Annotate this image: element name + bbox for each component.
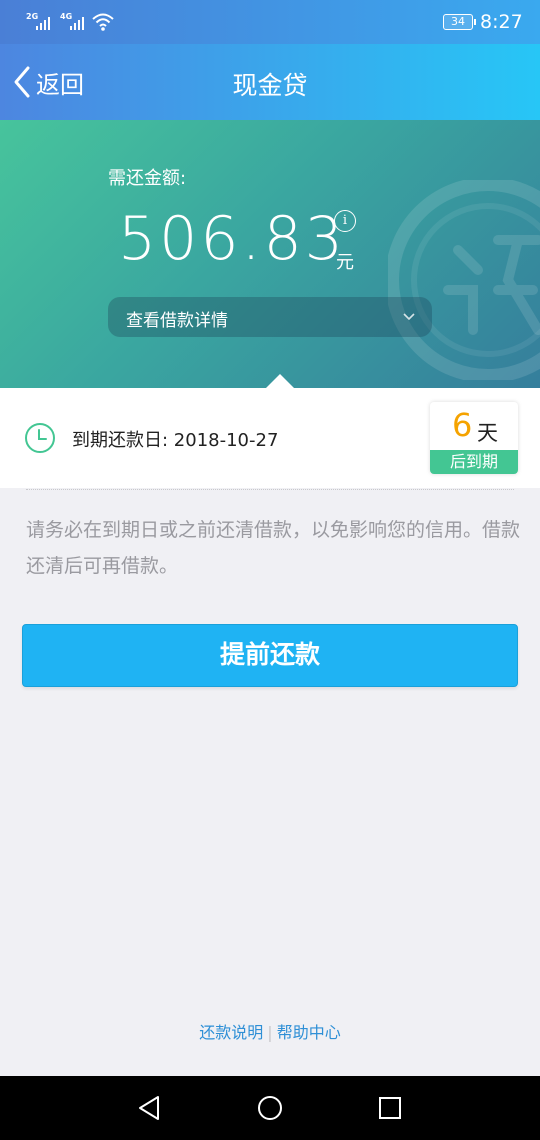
due-date-text: 到期还款日: 2018-10-27	[72, 430, 279, 451]
help-center-link[interactable]: 帮助中心	[277, 1023, 341, 1042]
days-remaining-badge: 6 天 后到期	[430, 402, 518, 474]
view-loan-details-button[interactable]: 查看借款详情	[108, 297, 432, 337]
currency-unit: 元	[336, 252, 354, 273]
due-amount-label: 需还金额:	[108, 168, 187, 189]
view-loan-details-label: 查看借款详情	[126, 311, 228, 331]
repayment-notice: 请务必在到期日或之前还清借款，以免影响您的信用。借款还清后可再借款。	[26, 519, 521, 577]
status-bar: 2G 4G 34 8:27	[0, 0, 540, 44]
chevron-down-icon	[403, 313, 415, 321]
due-amount-value: 506.83	[118, 204, 346, 274]
dotted-divider	[26, 489, 514, 490]
days-number: 6	[452, 406, 473, 444]
wifi-icon	[92, 13, 114, 31]
battery-icon: 34	[443, 14, 476, 30]
circle-home-icon[interactable]	[254, 1092, 286, 1124]
footer-links: 还款说明 | 帮助中心	[0, 1019, 540, 1043]
triangle-back-icon[interactable]	[134, 1092, 166, 1124]
amount-hero: 需还金额: 506.83 i 元 查看借款详情	[0, 120, 540, 388]
square-recent-icon[interactable]	[374, 1092, 406, 1124]
info-icon[interactable]: i	[334, 210, 356, 232]
days-suffix: 后到期	[430, 450, 518, 474]
system-nav-bar	[0, 1076, 540, 1140]
repay-early-button[interactable]: 提前还款	[22, 624, 518, 687]
details-pointer	[266, 374, 294, 388]
days-unit: 天	[477, 421, 498, 445]
repay-info-link[interactable]: 还款说明	[199, 1023, 263, 1042]
repay-seal-watermark	[388, 180, 540, 380]
footer-separator: |	[267, 1023, 273, 1042]
clock-icon	[25, 423, 55, 453]
page-title: 现金贷	[232, 71, 308, 100]
status-time: 8:27	[480, 11, 523, 33]
due-date-card: 到期还款日: 2018-10-27 6 天 后到期 请务必在到期日或之前还清借款…	[0, 388, 540, 600]
nav-bar: 返回 现金贷	[0, 44, 540, 120]
